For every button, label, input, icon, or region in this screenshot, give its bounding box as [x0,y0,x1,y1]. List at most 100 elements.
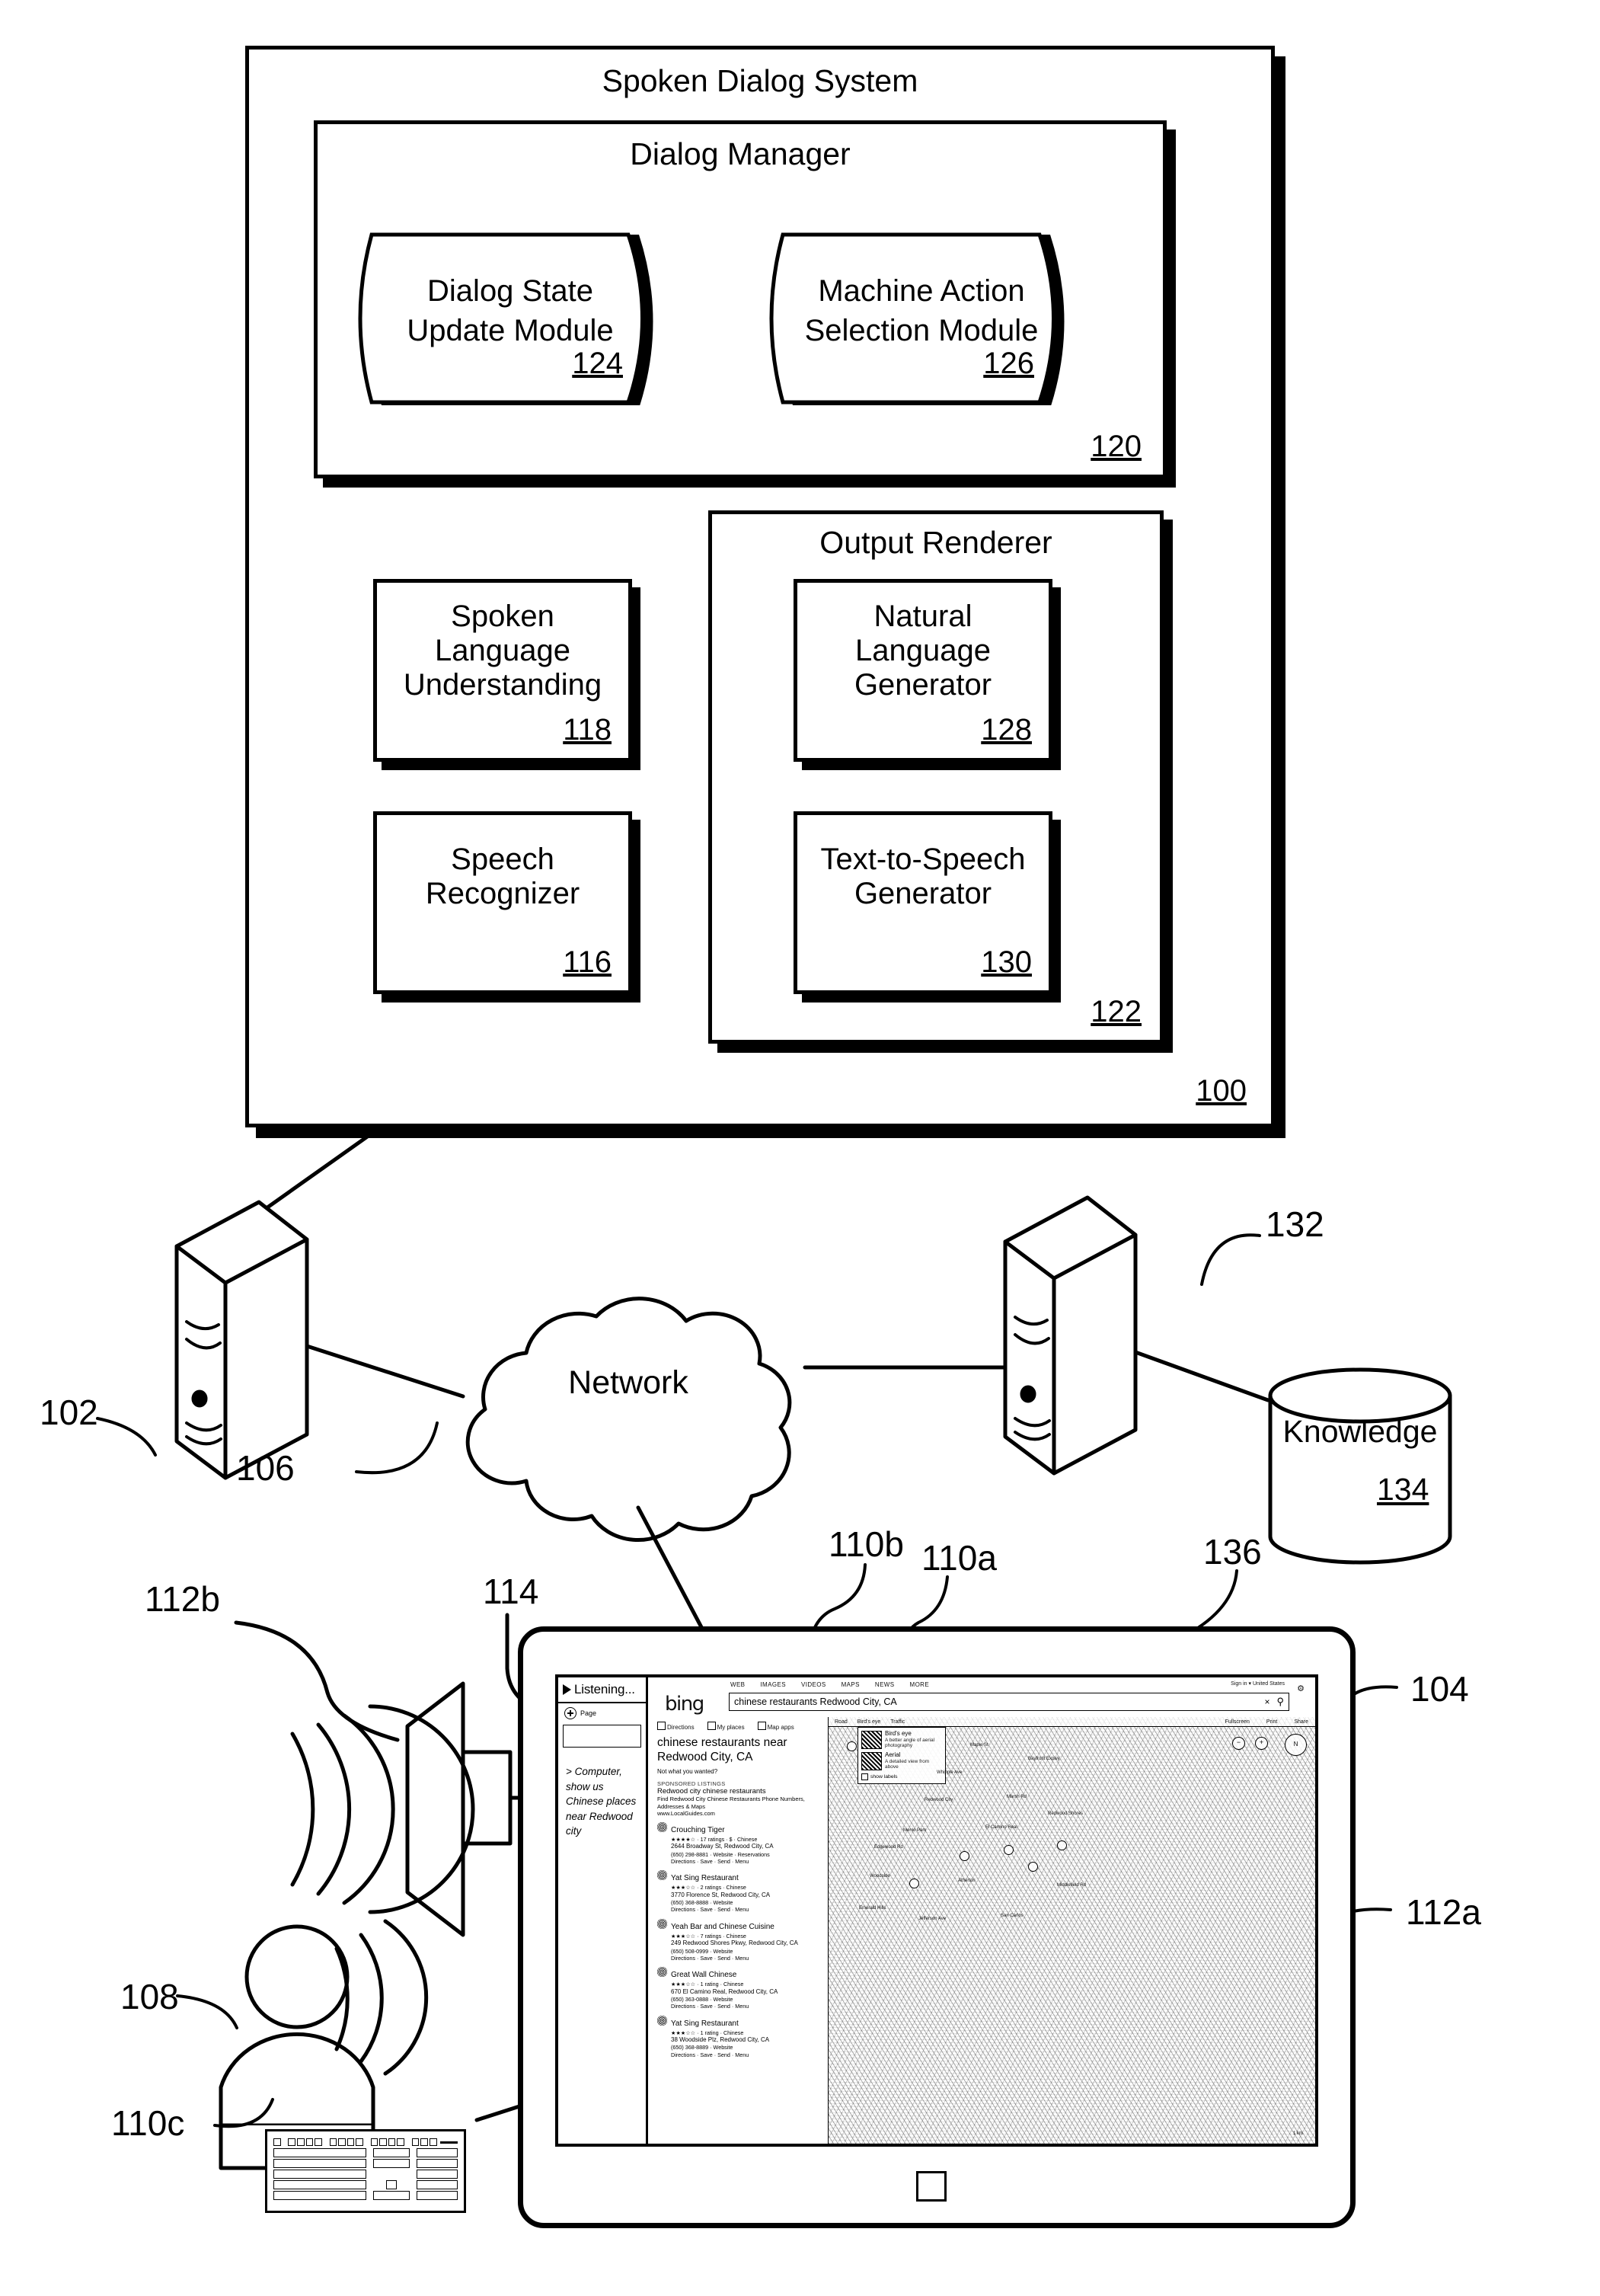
key-row4[interactable] [273,2180,366,2189]
key-f9[interactable] [370,2138,378,2146]
key-f10[interactable] [379,2138,387,2146]
key-f1[interactable] [288,2138,295,2146]
key-prtsc[interactable] [411,2138,420,2146]
compass-icon[interactable]: N [1285,1734,1307,1756]
result-actions[interactable]: Directions · Save · Send · Menu [671,2003,824,2010]
key-f6[interactable] [338,2138,346,2146]
map-label: Bayfront Expwy [1028,1757,1060,1761]
key-row3[interactable] [273,2170,366,2179]
nav-web[interactable]: WEB [730,1681,745,1688]
key-f4[interactable] [315,2138,322,2146]
system-title: Spoken Dialog System [602,63,918,98]
key-num5[interactable] [417,2191,458,2200]
result-item[interactable]: Yat Sing Restaurant ★★★☆☆ · 1 rating · C… [657,2015,824,2058]
map-pin[interactable] [1004,1845,1014,1855]
tab-map-apps[interactable]: Map apps [757,1722,794,1731]
key-nav2[interactable] [373,2159,410,2168]
result-actions[interactable]: Directions · Save · Send · Menu [671,1906,824,1913]
key-f8[interactable] [356,2138,363,2146]
key-num4[interactable] [417,2180,458,2189]
page-row[interactable]: Page [558,1703,646,1723]
nav-images[interactable]: IMAGES [760,1681,786,1688]
nav-maps[interactable]: MAPS [842,1681,860,1688]
voice-text-input[interactable] [563,1725,641,1748]
ad-headline[interactable]: Redwood city chinese restaurants [657,1787,824,1796]
key-f12[interactable] [397,2138,404,2146]
map-pin[interactable] [960,1851,969,1861]
search-box[interactable]: chinese restaurants Redwood City, CA × ⚲ [729,1693,1289,1711]
key-nav1[interactable] [373,2148,410,2157]
result-phone: (650) 368-8889 · Website [671,2044,733,2051]
key-num1[interactable] [417,2148,458,2157]
result-name[interactable]: Yat Sing Restaurant [671,1874,739,1882]
key-row1[interactable] [273,2148,366,2157]
key-arrow-up[interactable] [386,2180,397,2189]
map-style-birdseye[interactable]: Bird's eye [857,1719,881,1725]
zoom-in-button[interactable]: + [1255,1737,1268,1750]
tablet-display[interactable]: Listening... Page > Computer, show us Ch… [555,1674,1318,2147]
nav-videos[interactable]: VIDEOS [801,1681,826,1688]
ad-line1: Find Redwood City Chinese Restaurants Ph… [657,1796,805,1803]
result-actions[interactable]: Directions · Save · Send · Menu [671,2051,824,2058]
search-input[interactable]: chinese restaurants Redwood City, CA [734,1696,1264,1707]
clear-icon[interactable]: × [1264,1696,1269,1707]
key-num3[interactable] [417,2170,458,2179]
key-scrlk[interactable] [420,2138,428,2146]
tab-my-places[interactable]: My places [707,1722,745,1731]
sign-in-link[interactable]: Sign in ▾ United States [1231,1680,1285,1687]
result-name[interactable]: Yeah Bar and Chinese Cuisine [671,1923,774,1931]
result-item[interactable]: Great Wall Chinese ★★★☆☆ · 1 rating · Ch… [657,1967,824,2010]
results-subtitle[interactable]: Not what you wanted? [657,1768,824,1775]
map-pin[interactable] [909,1879,919,1888]
key-f5[interactable] [329,2138,337,2146]
key-pause[interactable] [429,2138,437,2146]
result-item[interactable]: Crouching Tiger ★★★★☆ · 17 ratings · $ ·… [657,1821,824,1865]
dialog-manager-ref: 120 [1091,430,1142,463]
keyboard[interactable] [265,2129,466,2213]
bing-logo[interactable]: bing [665,1693,704,1716]
map-label: San Carlos [1001,1914,1024,1918]
key-esc[interactable] [273,2138,281,2146]
result-actions[interactable]: Directions · Save · Send · Menu [671,1955,824,1962]
nav-more[interactable]: MORE [910,1681,930,1688]
map-style-selector[interactable]: Bird's eye A better angle of aerial phot… [857,1727,946,1784]
result-name[interactable]: Great Wall Chinese [671,1971,736,1979]
key-f11[interactable] [388,2138,396,2146]
map-style-road[interactable]: Road [835,1719,848,1725]
key-f2[interactable] [297,2138,305,2146]
result-marker-icon [657,2015,667,2026]
ad-url[interactable]: www.LocalGuides.com [657,1810,824,1817]
tab-directions[interactable]: Directions [657,1722,695,1731]
result-actions[interactable]: Directions · Save · Send · Menu [671,1858,824,1865]
map-style-option[interactable]: Aerial A detailed view from above [861,1751,942,1770]
map-style-option[interactable]: Bird's eye A better angle of aerial phot… [861,1730,942,1749]
masm-ref: 126 [983,347,1034,380]
zoom-out-button[interactable]: − [1232,1737,1245,1750]
map-pin[interactable] [847,1741,857,1751]
home-button[interactable] [916,2171,947,2202]
key-f3[interactable] [305,2138,314,2146]
show-labels-checkbox[interactable]: show labels [861,1773,942,1780]
key-f7[interactable] [347,2138,355,2146]
map-pin[interactable] [1028,1862,1038,1872]
search-icon[interactable]: ⚲ [1276,1696,1284,1708]
map-view[interactable]: Road Bird's eye Traffic Fullscreen Print… [828,1717,1315,2144]
sponsored-label: SPONSORED LISTINGS [657,1780,726,1788]
key-num2[interactable] [417,2159,458,2168]
result-item[interactable]: Yat Sing Restaurant ★★★☆☆ · 2 ratings · … [657,1870,824,1913]
result-name[interactable]: Yat Sing Restaurant [671,2019,739,2028]
tablet-device[interactable]: Listening... Page > Computer, show us Ch… [518,1626,1356,2228]
key-row5[interactable] [273,2191,366,2200]
result-name[interactable]: Crouching Tiger [671,1826,725,1834]
result-item[interactable]: Yeah Bar and Chinese Cuisine ★★★☆☆ · 7 r… [657,1918,824,1962]
map-pin[interactable] [1057,1840,1067,1850]
map-style-traffic[interactable]: Traffic [890,1719,905,1725]
map-print[interactable]: Print [1266,1719,1277,1725]
map-fullscreen[interactable]: Fullscreen [1225,1719,1250,1725]
sponsored-ad[interactable]: Redwood city chinese restaurants Find Re… [657,1787,824,1816]
nav-news[interactable]: NEWS [875,1681,895,1688]
gear-icon[interactable]: ⚙ [1297,1684,1305,1693]
map-share[interactable]: Share [1294,1719,1308,1725]
key-row2[interactable] [273,2159,366,2168]
key-arrows[interactable] [373,2191,410,2200]
